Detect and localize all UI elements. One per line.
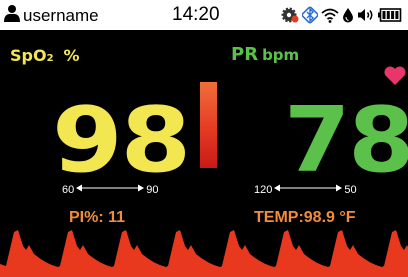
user-icon [4, 4, 20, 27]
spo2-value: 98 [52, 88, 191, 193]
settings-gear-icon[interactable] [281, 6, 299, 29]
wifi-icon [321, 7, 339, 28]
volume-icon[interactable] [357, 7, 375, 28]
spo2-limit-high: 90 [146, 183, 159, 196]
pr-unit: bpm [262, 46, 300, 64]
user-account[interactable]: username [4, 4, 99, 27]
pleth-waveform-fill [0, 230, 408, 277]
temperature: TEMP:98.9 °F [254, 209, 356, 227]
pi-value: 11 [108, 209, 126, 226]
spo2-limit-low: 60 [62, 183, 75, 196]
bluetooth-icon [301, 6, 319, 29]
temp-value: 98.9 [303, 209, 335, 226]
drop-icon [342, 7, 354, 28]
clock-time: 14:20 [172, 4, 220, 25]
spo2-alarm-limits: 60 90 [62, 183, 159, 196]
pr-alarm-limits: 120 50 [254, 183, 357, 196]
pr-limit-low: 120 [254, 183, 273, 196]
double-arrow-icon [76, 183, 145, 196]
pr-value: 78 [284, 88, 408, 193]
pleth-waveform [0, 230, 408, 277]
temp-label: TEMP: [254, 209, 304, 226]
double-arrow-icon [274, 183, 343, 196]
username-label: username [23, 5, 99, 25]
spo2-unit: % [63, 46, 80, 65]
perfusion-index: PI%: 11 [69, 209, 125, 227]
spo2-label-sub: 2 [46, 53, 54, 64]
temp-unit: °F [339, 209, 356, 226]
perfusion-bar [200, 82, 217, 168]
status-bar: username 14:20 [0, 0, 408, 30]
pr-label-main: PR [231, 44, 259, 65]
oximeter-screen: username 14:20 SpO2 % PR bpm 98 78 60 90… [0, 0, 408, 277]
spo2-label: SpO2% [10, 47, 80, 68]
spo2-label-main: SpO [10, 46, 47, 65]
pi-label: PI%: [69, 209, 104, 226]
status-icons [281, 6, 402, 29]
battery-icon [378, 7, 402, 28]
pr-label: PR bpm [231, 45, 299, 65]
pr-limit-high: 50 [344, 183, 357, 196]
